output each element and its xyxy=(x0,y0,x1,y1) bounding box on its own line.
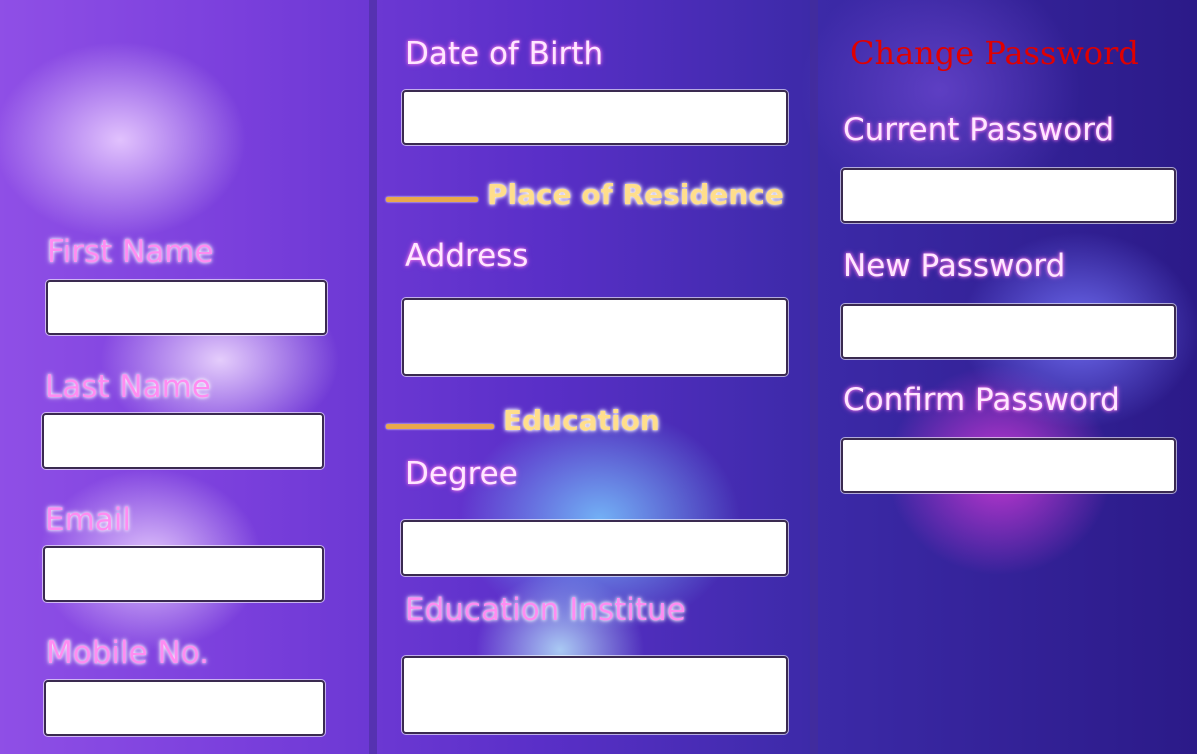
last-name-field[interactable] xyxy=(42,413,324,469)
mobile-label: Mobile No. xyxy=(46,635,210,671)
mobile-field[interactable] xyxy=(44,680,325,736)
address-field[interactable] xyxy=(402,298,788,376)
last-name-label: Last Name xyxy=(45,369,211,405)
education-rule xyxy=(386,424,494,429)
residence-heading: Place of Residence xyxy=(487,178,784,211)
new-password-label: New Password xyxy=(843,248,1066,284)
change-password-title: Change Password xyxy=(850,34,1139,72)
current-password-label: Current Password xyxy=(843,112,1115,148)
column-divider-left xyxy=(369,0,377,754)
institute-label: Education Institue xyxy=(405,592,686,628)
education-heading: Education xyxy=(503,404,660,437)
current-password-field[interactable] xyxy=(841,168,1176,223)
dob-label: Date of Birth xyxy=(405,36,604,72)
confirm-password-label: Confirm Password xyxy=(843,382,1120,418)
new-password-field[interactable] xyxy=(841,304,1176,359)
confirm-password-field[interactable] xyxy=(841,438,1176,493)
email-field[interactable] xyxy=(43,546,324,602)
residence-rule xyxy=(386,197,478,202)
address-label: Address xyxy=(405,238,529,274)
first-name-field[interactable] xyxy=(46,280,327,335)
degree-label: Degree xyxy=(405,456,518,492)
first-name-label: First Name xyxy=(47,234,214,270)
institute-field[interactable] xyxy=(402,656,788,734)
email-label: Email xyxy=(45,502,132,538)
dob-field[interactable] xyxy=(402,90,788,145)
degree-field[interactable] xyxy=(401,520,788,576)
column-divider-right xyxy=(810,0,818,754)
